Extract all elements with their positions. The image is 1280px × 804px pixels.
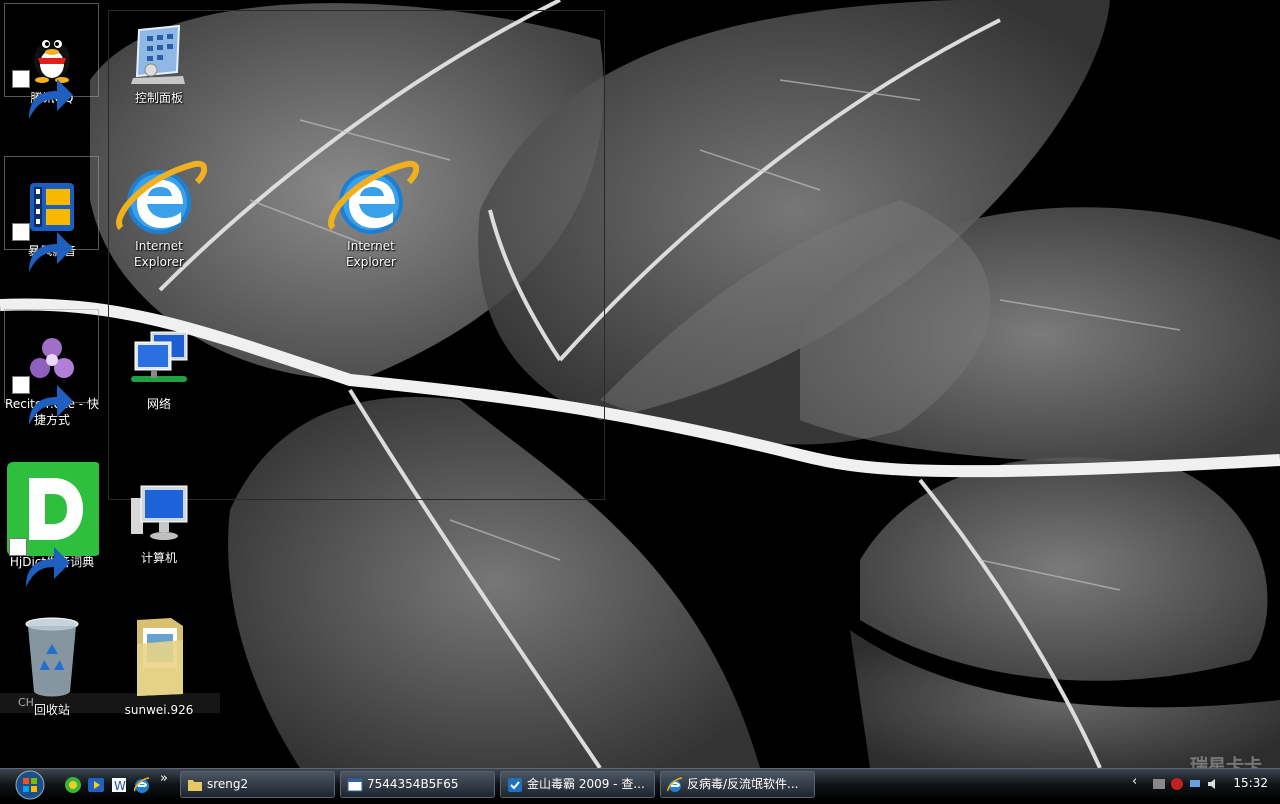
desktop-icon-label: sunwei.926 [124,703,194,717]
shortcut-arrow-icon [12,70,73,119]
computer-icon [131,485,188,540]
desktop-icon-internet-explorer[interactable]: Internet Explorer [111,158,207,270]
desktop-icon-label: 控制面板 [134,91,183,105]
quicklaunch-media-player[interactable] [87,776,105,794]
shortcut-arrow-icon [9,538,70,587]
desktop-icon-qq[interactable]: 腾讯QQ [4,22,100,119]
control-panel-icon [131,24,185,84]
360-browser-icon [65,777,81,793]
desktop-icon-internet-explorer[interactable]: Internet Explorer [323,158,419,270]
window-app-icon [347,777,363,793]
taskbar-button-label: 金山毒霸 2009 - 查... [527,777,645,791]
start-button[interactable] [8,770,52,800]
shortcut-arrow-icon [12,376,73,425]
desktop-icon-storm-player[interactable]: 暴风影音 [4,175,100,272]
desktop-icon-label: Internet Explorer [134,239,184,269]
folder-icon [187,777,203,793]
shortcut-arrow-icon [12,223,73,272]
quicklaunch-internet-explorer[interactable] [133,776,151,794]
desktop-icon-control-panel[interactable]: 控制面板 [111,22,207,106]
taskbar-button-7544354B5F65[interactable]: 7544354B5F65 [340,771,495,798]
desktop-icon-computer[interactable]: 计算机 [111,482,207,566]
tray-expand-button[interactable]: ‹ [1132,774,1137,789]
clock[interactable]: 15:32 [1233,776,1268,790]
desktop-icon-network[interactable]: 网络 [111,328,207,412]
svg-text:W: W [114,779,126,793]
desktop-icon-label: Internet Explorer [346,239,396,269]
desktop-icon-label: 网络 [146,397,171,411]
desktop-icon-recycle-bin[interactable]: 回收站 [4,614,100,718]
desktop-icon-folder[interactable]: sunwei.926 [111,614,207,718]
taskbar-button-label: 7544354B5F65 [367,777,459,791]
system-tray: ‹ 15:32 [1130,771,1280,798]
desktop-icon-hjdict[interactable]: HjDict发音词典 [4,462,100,587]
desktop-icon-recite4[interactable]: Recite4.exe - 快捷方式 [4,328,100,428]
desktop-icon-label: 计算机 [140,551,177,565]
tray-network-icon[interactable] [1188,777,1202,791]
taskbar-button-browser[interactable]: 反病毒/反流氓软件... [660,771,815,798]
internet-explorer-icon [133,777,150,793]
word-app-icon: W [112,778,126,793]
tray-volume-icon[interactable] [1206,777,1220,791]
quicklaunch-360-browser[interactable] [64,776,82,794]
tray-antivirus-icon[interactable] [1170,777,1184,791]
taskbar-button-sreng2[interactable]: sreng2 [180,771,335,798]
desktop-icon-label: 回收站 [33,703,70,717]
taskbar-button-label: 反病毒/反流氓软件... [687,777,799,791]
internet-explorer-icon [116,160,207,234]
tray-security-icon[interactable] [1152,777,1166,791]
windows-orb-icon [15,770,45,800]
network-icon [131,331,188,382]
recycle-bin-icon [25,617,79,697]
taskbar: W » sreng2 7544354B5F65 金山毒霸 2009 - 查...… [0,768,1280,800]
taskbar-button-label: sreng2 [207,777,249,791]
internet-explorer-icon [328,160,419,234]
taskbar-button-antivirus[interactable]: 金山毒霸 2009 - 查... [500,771,655,798]
quicklaunch-word-app[interactable]: W [110,776,128,794]
internet-explorer-icon [667,777,683,793]
quicklaunch-more-button[interactable]: » [160,771,168,786]
media-player-icon [88,778,104,792]
folder-icon [137,618,183,696]
antivirus-icon [507,777,523,793]
